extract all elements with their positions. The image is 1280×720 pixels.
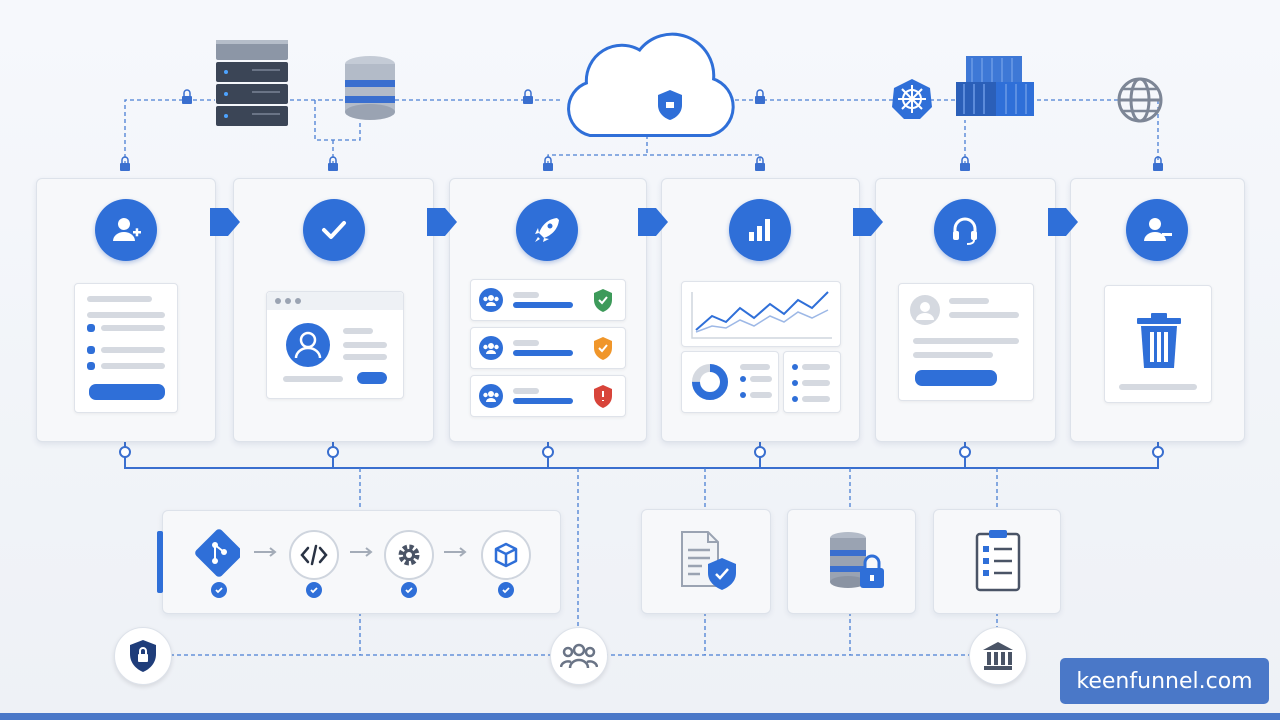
users-group-circle (550, 627, 608, 685)
stage-card-analytics[interactable] (661, 178, 860, 442)
shield-orange-icon (594, 337, 612, 360)
user-remove-icon (1126, 199, 1188, 261)
avatar (286, 323, 330, 367)
database-lock-box (787, 509, 916, 614)
user-add-icon (95, 199, 157, 261)
check-icon (498, 582, 514, 598)
arrow-right-icon (350, 547, 373, 557)
shield-green-icon (594, 289, 612, 312)
check-icon (401, 582, 417, 598)
donut-chart-preview (681, 351, 779, 413)
stage-card-verify[interactable] (233, 178, 434, 442)
flow-arrow (638, 208, 668, 236)
clipboard-checklist-icon (975, 530, 1021, 592)
stats-preview (783, 351, 841, 413)
database-lock-icon (830, 532, 884, 588)
team-row-secure (470, 279, 626, 321)
support-ticket-preview (898, 283, 1034, 401)
globe-icon (1117, 77, 1163, 123)
shield-lock-circle (114, 627, 172, 685)
flow-arrow (427, 208, 457, 236)
clipboard-box (933, 509, 1061, 614)
document-shield-box (641, 509, 771, 614)
document-shield-icon (681, 531, 736, 590)
check-icon (306, 582, 322, 598)
shield-red-icon (594, 385, 612, 408)
flow-arrow (210, 208, 240, 236)
watermark-badge[interactable]: keenfunnel.com (1060, 658, 1269, 704)
check-icon (211, 582, 227, 598)
database-icon (345, 56, 395, 120)
package-icon (481, 530, 531, 580)
profile-window-preview (266, 291, 404, 399)
line-chart-preview (681, 281, 841, 347)
arrow-right-icon (254, 547, 277, 557)
gear-icon (384, 530, 434, 580)
kubernetes-icon (892, 79, 932, 119)
trash-icon (1137, 313, 1181, 368)
server-rack-icon (216, 40, 288, 126)
users-icon (479, 336, 503, 360)
bus-nodes (119, 446, 1164, 458)
checkmark-icon (303, 199, 365, 261)
flow-arrow (853, 208, 883, 236)
bank-icon (983, 642, 1013, 670)
cloud-icon (567, 32, 735, 137)
users-group-icon (560, 643, 598, 669)
stage-card-launch[interactable] (449, 178, 647, 442)
shield-lock-icon (130, 640, 156, 672)
headset-icon (934, 199, 996, 261)
signup-form-preview (74, 283, 178, 413)
flow-arrow (1048, 208, 1078, 236)
avatar (910, 295, 940, 325)
rocket-icon (516, 199, 578, 261)
delete-panel-preview (1104, 285, 1212, 403)
bar-chart-icon (729, 199, 791, 261)
git-icon (194, 529, 240, 577)
team-row-alert (470, 375, 626, 417)
arrow-right-icon (444, 547, 467, 557)
team-row-warning (470, 327, 626, 369)
bottom-strip (0, 713, 1280, 720)
container-icon (956, 56, 1034, 116)
bank-circle (969, 627, 1027, 685)
stage-card-signup[interactable] (36, 178, 216, 442)
stage-card-offboard[interactable] (1070, 178, 1245, 442)
users-icon (479, 384, 503, 408)
users-icon (479, 288, 503, 312)
code-icon (289, 530, 339, 580)
stage-card-support[interactable] (875, 178, 1056, 442)
